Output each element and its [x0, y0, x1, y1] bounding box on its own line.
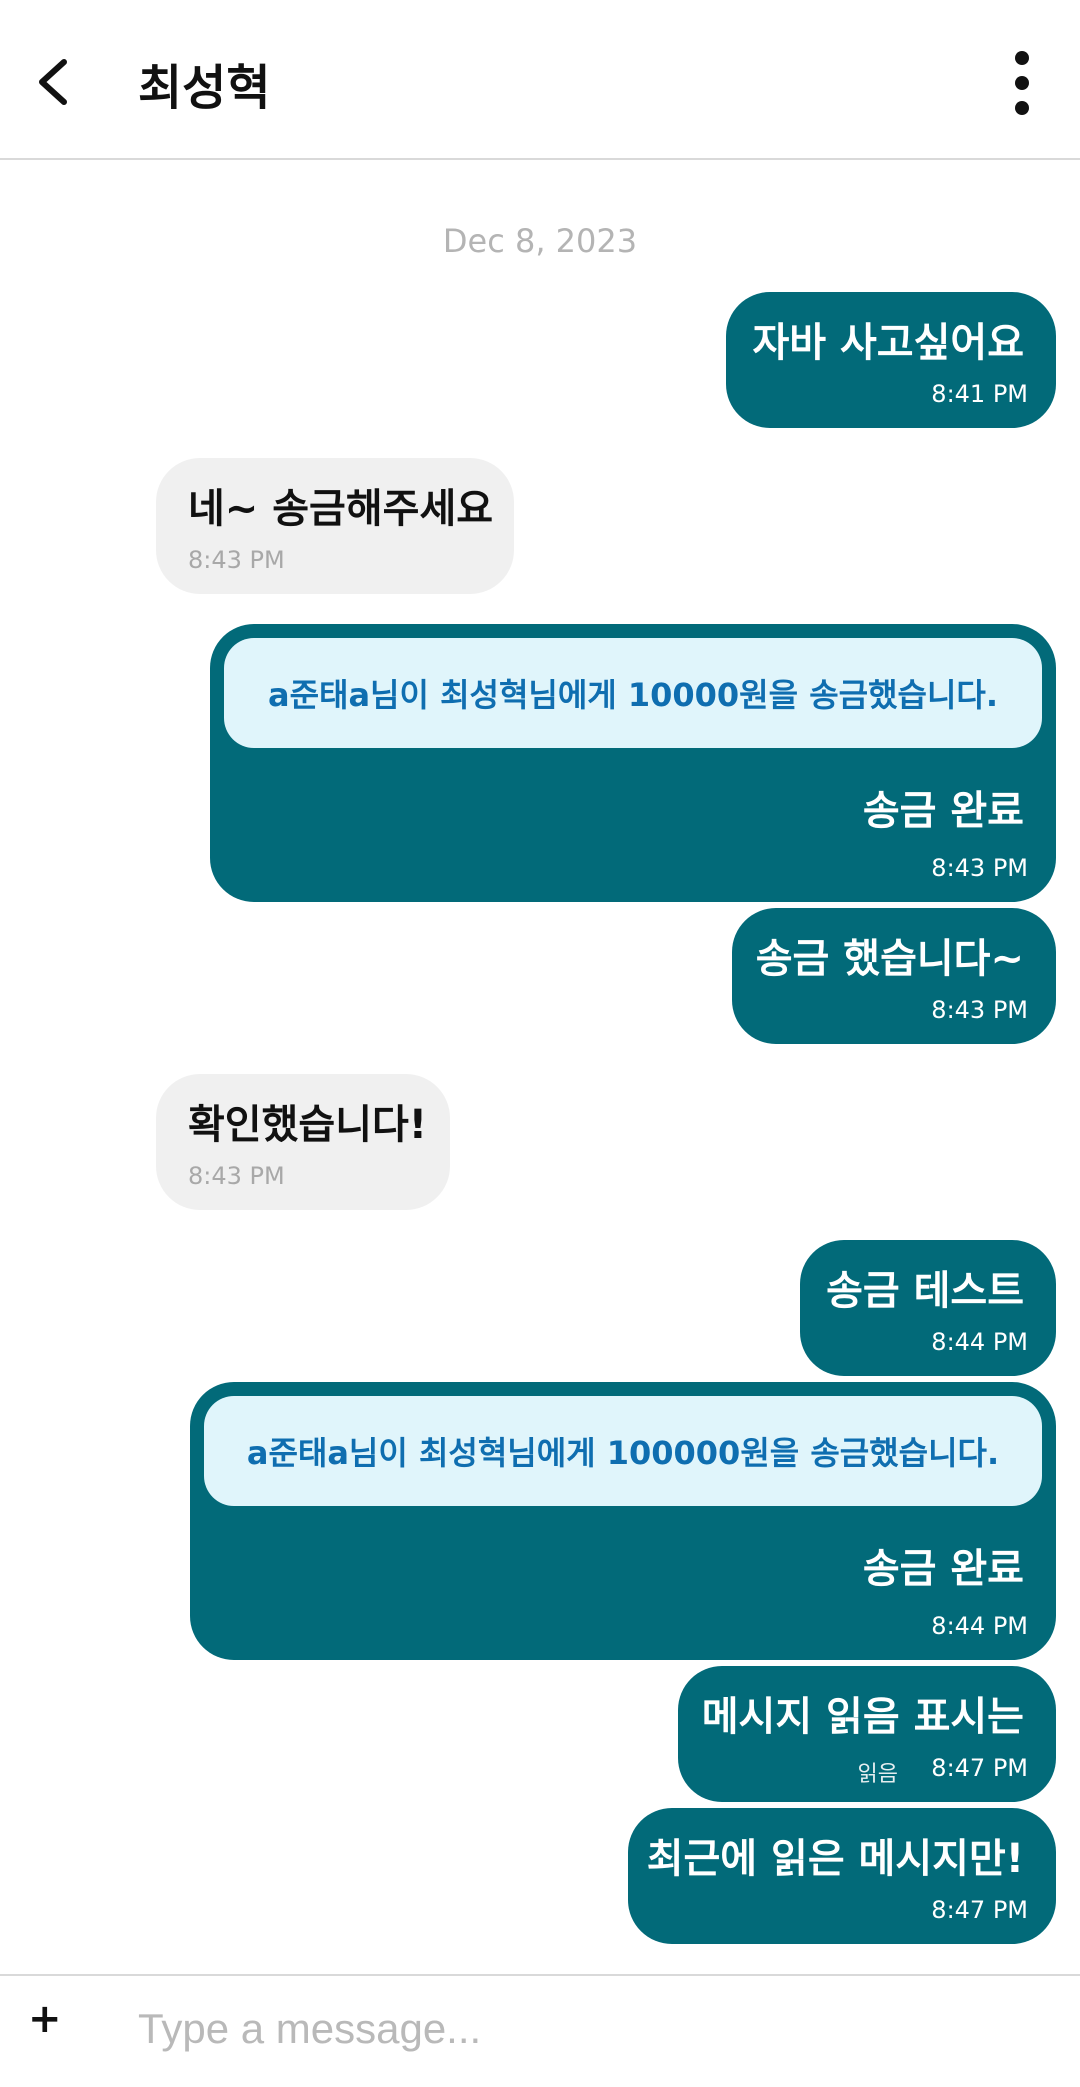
message-time: 8:43 PM [931, 854, 1028, 882]
message-bubble-incoming[interactable]: 확인했습니다! 8:43 PM [156, 1074, 450, 1210]
more-options-button[interactable] [1000, 48, 1044, 118]
message-time: 8:44 PM [931, 1612, 1028, 1640]
transfer-message-bubble[interactable]: a준태a님이 최성혁님에게 100000원을 송금했습니다. 송금 완료 8:4… [190, 1382, 1056, 1660]
transfer-status-text: 송금 완료 [862, 1546, 1024, 1592]
message-text: 확인했습니다! [188, 1102, 428, 1148]
message-input[interactable] [138, 1994, 1038, 2064]
message-bubble-outgoing[interactable]: 메시지 읽음 표시는 읽음 8:47 PM [678, 1666, 1056, 1802]
message-composer: + [0, 1974, 1080, 2087]
message-time: 8:43 PM [931, 996, 1028, 1024]
message-text: 메시지 읽음 표시는 [701, 1694, 1024, 1740]
more-vertical-icon [1015, 51, 1029, 115]
message-time: 8:47 PM [931, 1896, 1028, 1924]
transfer-message-bubble[interactable]: a준태a님이 최성혁님에게 10000원을 송금했습니다. 송금 완료 8:43… [210, 624, 1056, 902]
message-time: 8:41 PM [931, 380, 1028, 408]
message-bubble-outgoing[interactable]: 송금 했습니다~ 8:43 PM [732, 908, 1056, 1044]
date-separator: Dec 8, 2023 [442, 222, 638, 260]
transfer-note-text: a준태a님이 최성혁님에게 100000원을 송금했습니다. [246, 1434, 1000, 1472]
message-bubble-incoming[interactable]: 네~ 송금해주세요 8:43 PM [156, 458, 514, 594]
read-receipt: 읽음 [857, 1762, 898, 1787]
attach-button[interactable]: + [28, 1996, 62, 2042]
message-text: 최근에 읽은 메시지만! [646, 1836, 1024, 1882]
message-text: 송금 테스트 [826, 1268, 1024, 1314]
message-bubble-outgoing[interactable]: 자바 사고싶어요 8:41 PM [726, 292, 1056, 428]
transfer-note-box: a준태a님이 최성혁님에게 100000원을 송금했습니다. [204, 1396, 1042, 1506]
message-text: 네~ 송금해주세요 [188, 486, 494, 532]
chat-header: 최성혁 [0, 0, 1080, 160]
message-bubble-outgoing[interactable]: 송금 테스트 8:44 PM [800, 1240, 1056, 1376]
back-button[interactable] [30, 52, 80, 112]
transfer-note-text: a준태a님이 최성혁님에게 10000원을 송금했습니다. [267, 676, 998, 714]
message-text: 자바 사고싶어요 [752, 320, 1024, 366]
message-text: 송금 했습니다~ [755, 936, 1024, 982]
transfer-note-box: a준태a님이 최성혁님에게 10000원을 송금했습니다. [224, 638, 1042, 748]
message-time: 8:43 PM [188, 1162, 285, 1190]
message-time: 8:47 PM [931, 1754, 1028, 1782]
transfer-status-text: 송금 완료 [862, 788, 1024, 834]
message-time: 8:44 PM [931, 1328, 1028, 1356]
chat-title: 최성혁 [138, 60, 271, 116]
message-bubble-outgoing[interactable]: 최근에 읽은 메시지만! 8:47 PM [628, 1808, 1056, 1944]
chevron-left-icon [39, 59, 67, 105]
message-time: 8:43 PM [188, 546, 285, 574]
